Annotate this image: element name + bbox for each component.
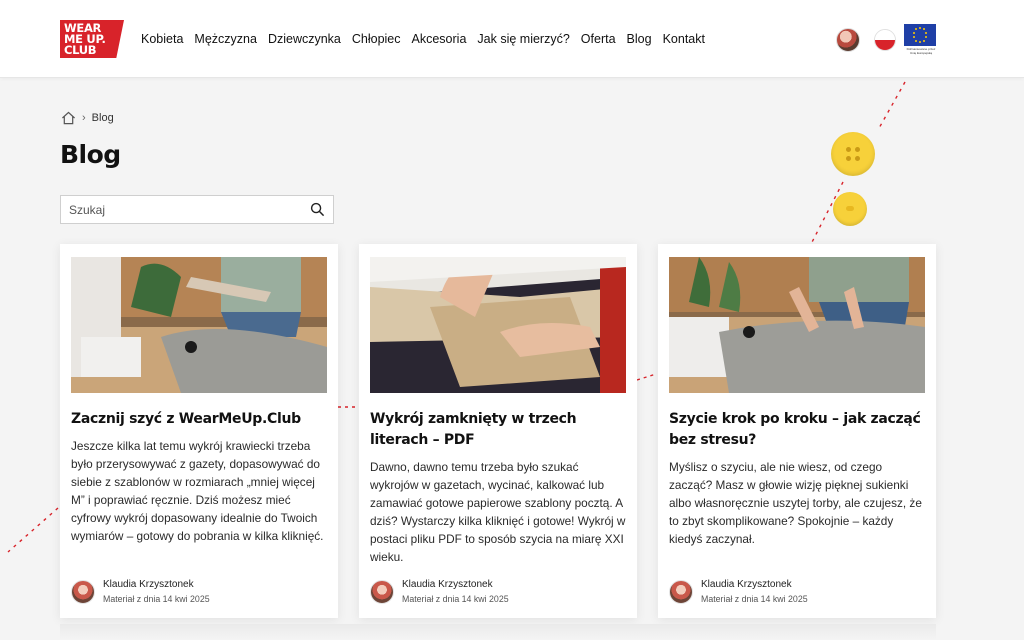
nav-item-oferta[interactable]: Oferta xyxy=(581,32,616,46)
sewing-button-decoration xyxy=(831,132,875,176)
nav-item-chlopiec[interactable]: Chłopiec xyxy=(352,32,401,46)
post-image-paper-pattern[interactable] xyxy=(370,257,626,393)
author-name: Klaudia Krzysztonek xyxy=(402,579,493,590)
post-date: Materiał z dnia 14 kwi 2025 xyxy=(402,594,509,604)
post-date: Materiał z dnia 14 kwi 2025 xyxy=(103,594,210,604)
post-title[interactable]: Szycie krok po kroku – jak zacząć bez st… xyxy=(669,409,927,451)
author-avatar xyxy=(71,579,95,604)
nav-item-mezczyzna[interactable]: Mężczyzna xyxy=(194,32,257,46)
blog-card[interactable]: Wykrój zamknięty w trzech literach – PDF… xyxy=(359,244,637,618)
search-box xyxy=(60,195,334,224)
eu-caption: Dofinansowane przez Unię Europejską xyxy=(906,47,936,55)
logo-line-3: CLUB xyxy=(64,43,97,57)
main-nav: Kobieta Mężczyzna Dziewczynka Chłopiec A… xyxy=(141,32,705,46)
eu-funding-badge: Dofinansowane przez Unię Europejską xyxy=(904,24,938,58)
site-logo[interactable]: WEAR ME UP. CLUB xyxy=(60,20,124,58)
post-image-sewing-machine[interactable] xyxy=(71,257,327,393)
blog-card[interactable]: Szycie krok po kroku – jak zacząć bez st… xyxy=(658,244,936,618)
polish-flag-icon[interactable] xyxy=(874,29,896,51)
nav-item-akcesoria[interactable]: Akcesoria xyxy=(412,32,467,46)
breadcrumb: › Blog xyxy=(61,111,114,125)
nav-item-dziewczynka[interactable]: Dziewczynka xyxy=(268,32,341,46)
post-author-meta: Klaudia Krzysztonek Materiał z dnia 14 k… xyxy=(669,578,808,605)
breadcrumb-current: Blog xyxy=(91,112,114,124)
author-name: Klaudia Krzysztonek xyxy=(103,579,194,590)
post-author-meta: Klaudia Krzysztonek Materiał z dnia 14 k… xyxy=(370,578,509,605)
sewing-button-small-decoration xyxy=(833,192,867,226)
author-avatar xyxy=(370,579,394,604)
content-bottom-edge xyxy=(60,624,936,640)
post-excerpt: Dawno, dawno temu trzeba było szukać wyk… xyxy=(370,460,626,564)
author-avatar xyxy=(669,579,693,604)
breadcrumb-separator: › xyxy=(82,112,86,124)
eu-flag-icon xyxy=(904,24,936,46)
search-input[interactable] xyxy=(61,196,291,223)
search-icon[interactable] xyxy=(310,202,325,217)
post-date: Materiał z dnia 14 kwi 2025 xyxy=(701,594,808,604)
home-icon[interactable] xyxy=(61,111,76,125)
post-excerpt: Myślisz o szyciu, ale nie wiesz, od czeg… xyxy=(669,460,922,546)
nav-item-jak-sie-mierzyc[interactable]: Jak się mierzyć? xyxy=(477,32,569,46)
page-title: Blog xyxy=(60,140,121,169)
post-excerpt: Jeszcze kilka lat temu wykrój krawiecki … xyxy=(71,439,324,543)
blog-card[interactable]: Zacznij szyć z WearMeUp.Club Jeszcze kil… xyxy=(60,244,338,618)
nav-item-kobieta[interactable]: Kobieta xyxy=(141,32,183,46)
user-avatar[interactable] xyxy=(836,28,860,52)
post-image-sewing-table[interactable] xyxy=(669,257,925,393)
post-title[interactable]: Zacznij szyć z WearMeUp.Club xyxy=(71,409,329,430)
post-author-meta: Klaudia Krzysztonek Materiał z dnia 14 k… xyxy=(71,578,210,605)
nav-item-kontakt[interactable]: Kontakt xyxy=(663,32,705,46)
author-name: Klaudia Krzysztonek xyxy=(701,579,792,590)
nav-item-blog[interactable]: Blog xyxy=(627,32,652,46)
post-title[interactable]: Wykrój zamknięty w trzech literach – PDF xyxy=(370,409,628,451)
site-header: WEAR ME UP. CLUB Kobieta Mężczyzna Dziew… xyxy=(0,0,1024,78)
